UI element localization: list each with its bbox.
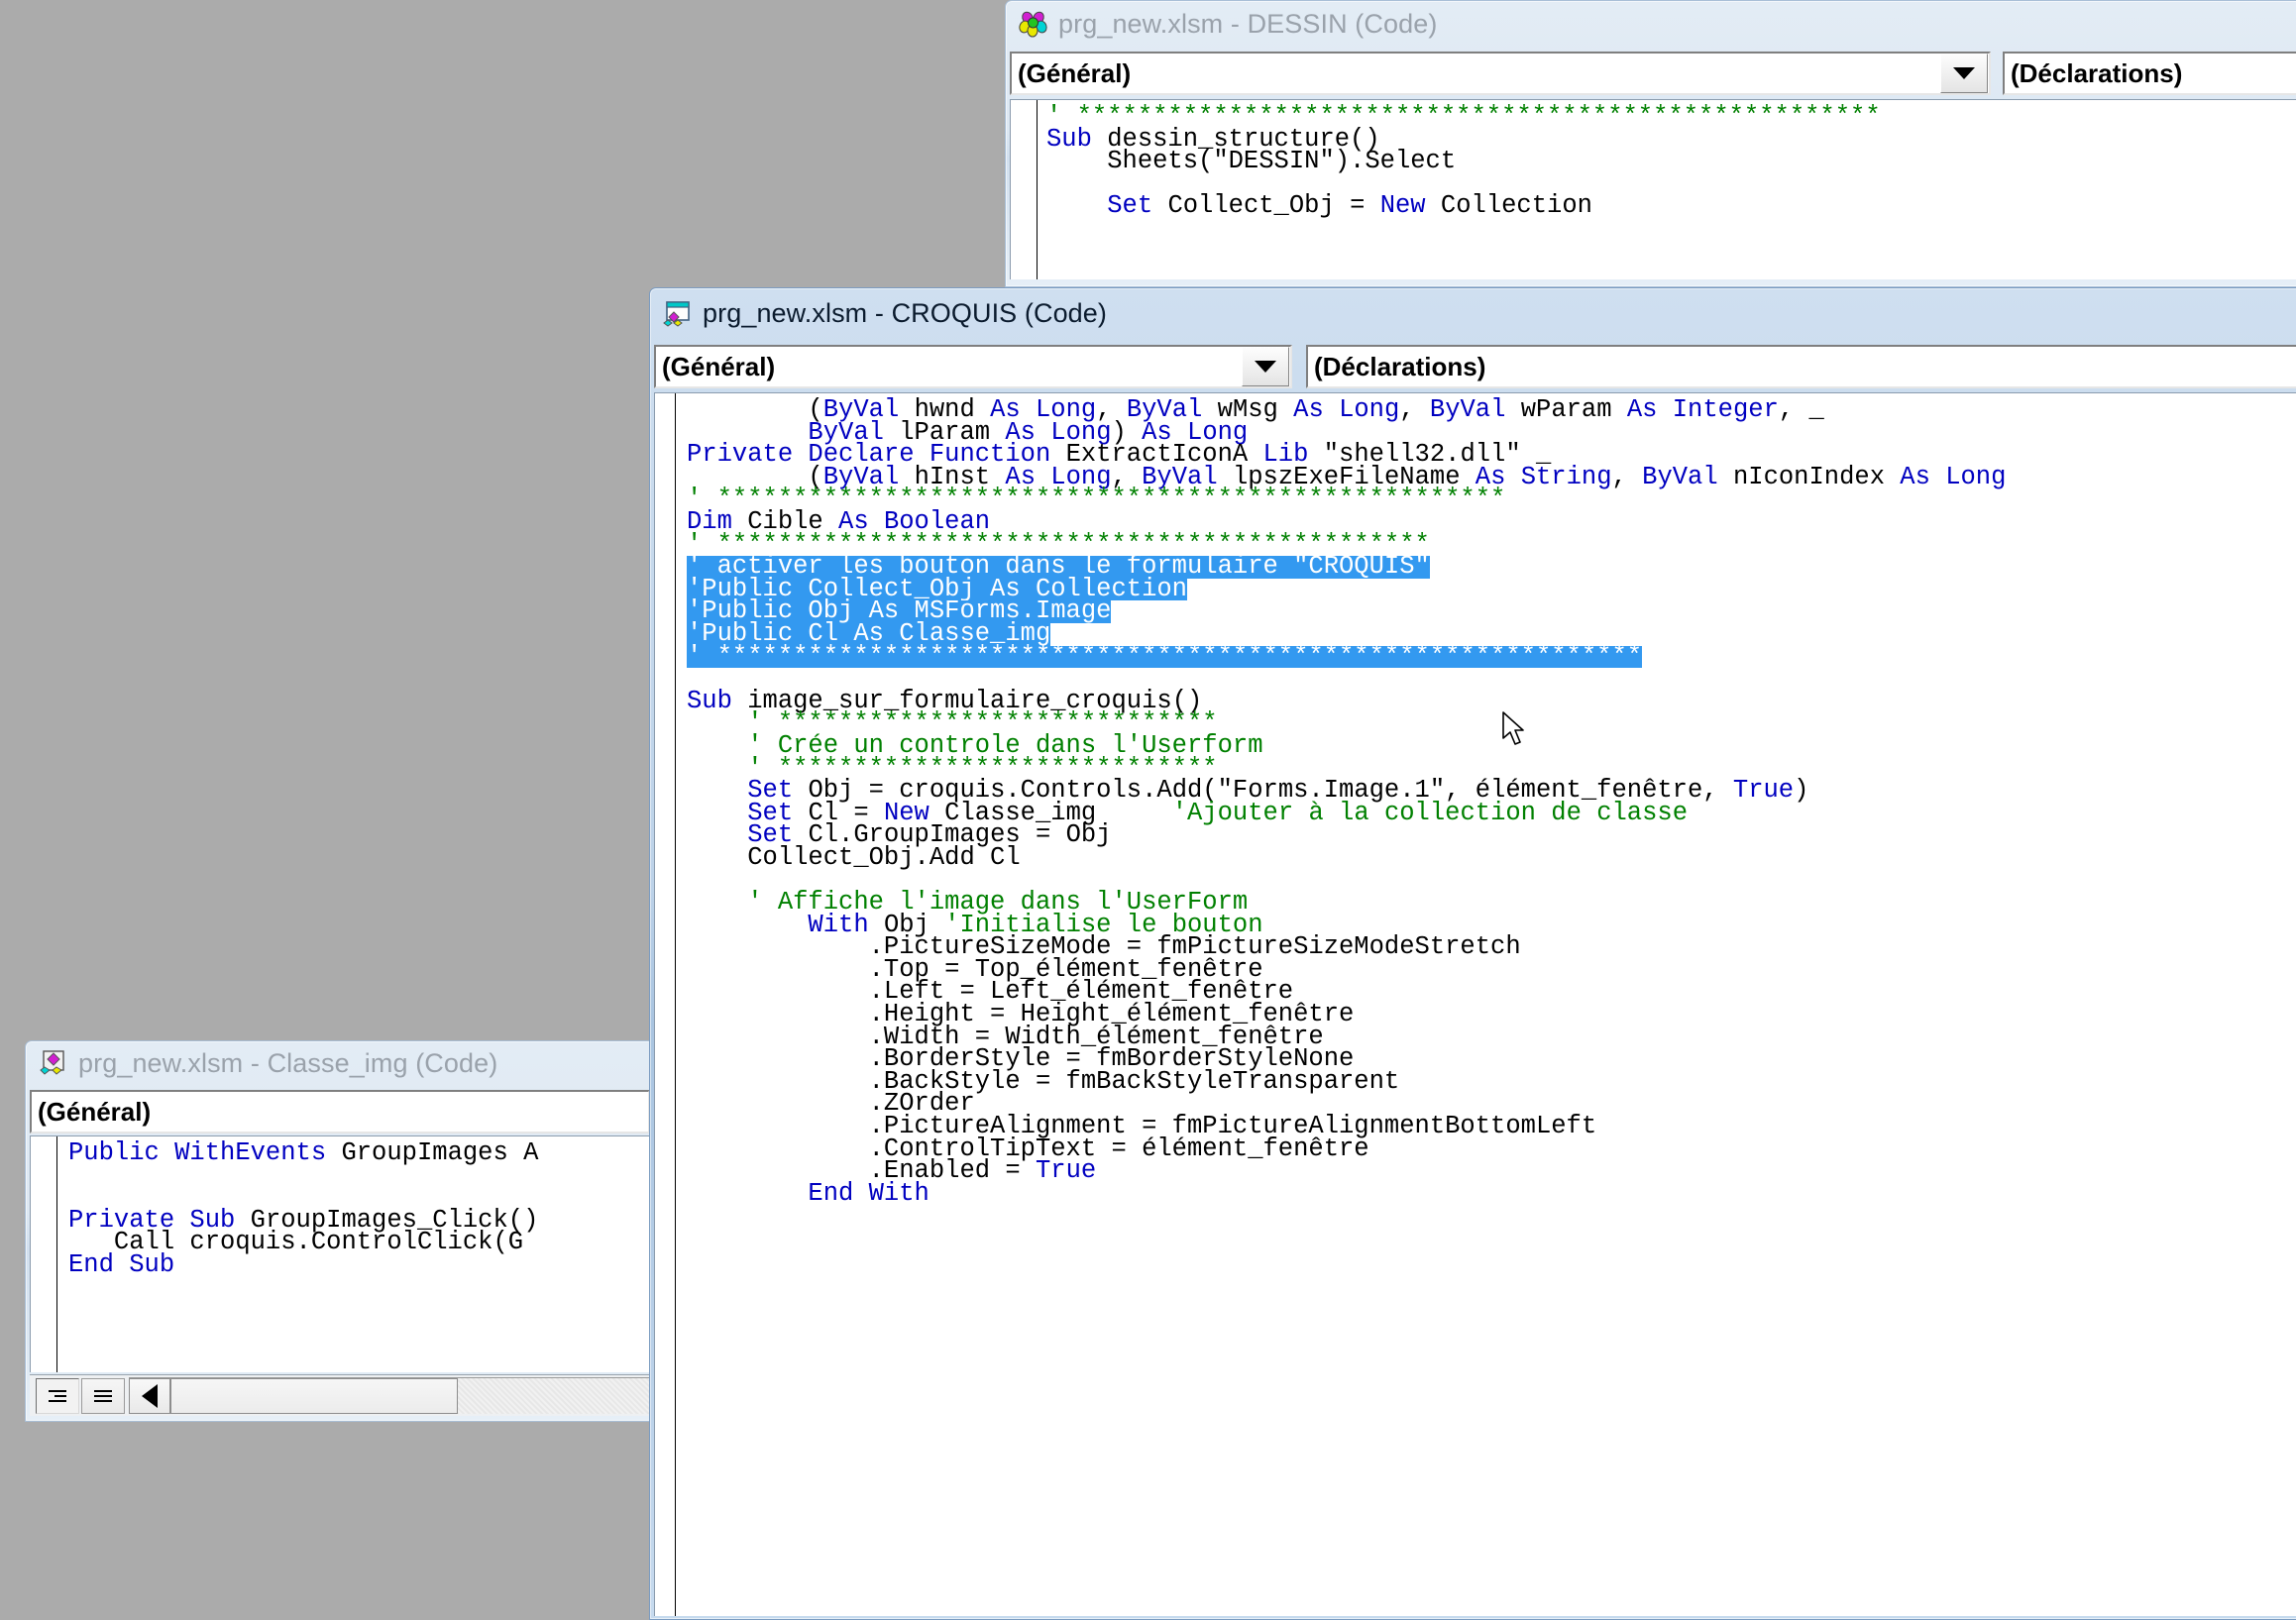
code-text-dessin: ' **************************************…	[1011, 100, 2296, 279]
code-text-classe-img: Public WithEvents GroupImages A Private S…	[31, 1136, 649, 1372]
code-text-croquis: (ByVal hwnd As Long, ByVal wMsg As Long,…	[655, 393, 2296, 1616]
code-pane-dessin[interactable]: ' **************************************…	[1010, 99, 2296, 279]
window-croquis[interactable]: prg_new.xlsm - CROQUIS (Code) (Général) …	[649, 287, 2296, 1620]
chevron-down-icon[interactable]	[1242, 347, 1289, 386]
selected-code-line: ' **************************************…	[687, 641, 1643, 671]
horizontal-scrollbar-classe-img[interactable]	[129, 1377, 650, 1414]
code-line: Public WithEvents GroupImages A	[68, 1138, 539, 1167]
combo-value-general-dessin: (Général)	[1018, 57, 1132, 88]
scrollbar-thumb[interactable]	[170, 1378, 458, 1414]
code-line: Set Collect_Obj = New Collection	[1107, 191, 1592, 221]
code-pane-croquis[interactable]: (ByVal hwnd As Long, ByVal wMsg As Long,…	[654, 392, 2296, 1616]
window-dessin[interactable]: prg_new.xlsm - DESSIN (Code) (Général) (…	[1005, 0, 2296, 287]
code-line: End With	[808, 1178, 929, 1208]
combo-value-general-classe-img: (Général)	[38, 1096, 152, 1127]
code-line: Sheets("DESSIN").Select	[1046, 147, 1457, 176]
procedure-scope-combo-classe-img[interactable]: (Général)	[30, 1090, 650, 1134]
titlebar-dessin-text: prg_new.xlsm - DESSIN (Code)	[1058, 8, 1438, 39]
procedure-scope-combo-croquis[interactable]: (Général)	[654, 345, 1292, 388]
procedure-view-icon[interactable]	[36, 1377, 79, 1414]
titlebar-croquis-text: prg_new.xlsm - CROQUIS (Code)	[703, 297, 1108, 328]
titlebar-dessin[interactable]: prg_new.xlsm - DESSIN (Code)	[1005, 0, 2296, 48]
window-classe-img[interactable]: prg_new.xlsm - Classe_img (Code) (Généra…	[25, 1040, 655, 1422]
combo-value-general-croquis: (Général)	[662, 351, 776, 381]
combo-row-classe-img: (Général)	[30, 1090, 650, 1134]
code-line: Collect_Obj.Add Cl	[687, 842, 1021, 872]
view-toolbar-classe-img	[30, 1374, 650, 1416]
full-module-view-icon[interactable]	[81, 1377, 125, 1414]
combo-value-declarations-croquis: (Déclarations)	[1314, 351, 1486, 381]
procedure-combo-dessin[interactable]: (Déclarations)	[2003, 52, 2296, 95]
combo-value-declarations-dessin: (Déclarations)	[2011, 57, 2183, 88]
titlebar-classe-img-text: prg_new.xlsm - Classe_img (Code)	[78, 1047, 498, 1078]
combo-row-croquis: (Général) (Déclarations)	[654, 345, 2296, 388]
scroll-left-arrow-icon[interactable]	[129, 1378, 170, 1414]
vba-module-icon	[1019, 9, 1048, 39]
userform-icon	[663, 298, 693, 328]
code-pane-classe-img[interactable]: Public WithEvents GroupImages A Private S…	[30, 1135, 650, 1372]
titlebar-croquis[interactable]: prg_new.xlsm - CROQUIS (Code)	[649, 287, 2296, 339]
procedure-combo-croquis[interactable]: (Déclarations)	[1306, 345, 2296, 388]
code-line: ' **************************************…	[681, 641, 2296, 671]
chevron-down-icon[interactable]	[1940, 54, 1988, 93]
code-line: End Sub	[68, 1249, 175, 1279]
procedure-scope-combo-dessin[interactable]: (Général)	[1010, 52, 1991, 95]
class-module-icon	[39, 1048, 68, 1078]
titlebar-classe-img[interactable]: prg_new.xlsm - Classe_img (Code)	[25, 1040, 655, 1086]
combo-row-dessin: (Général) (Déclarations)	[1010, 52, 2296, 95]
